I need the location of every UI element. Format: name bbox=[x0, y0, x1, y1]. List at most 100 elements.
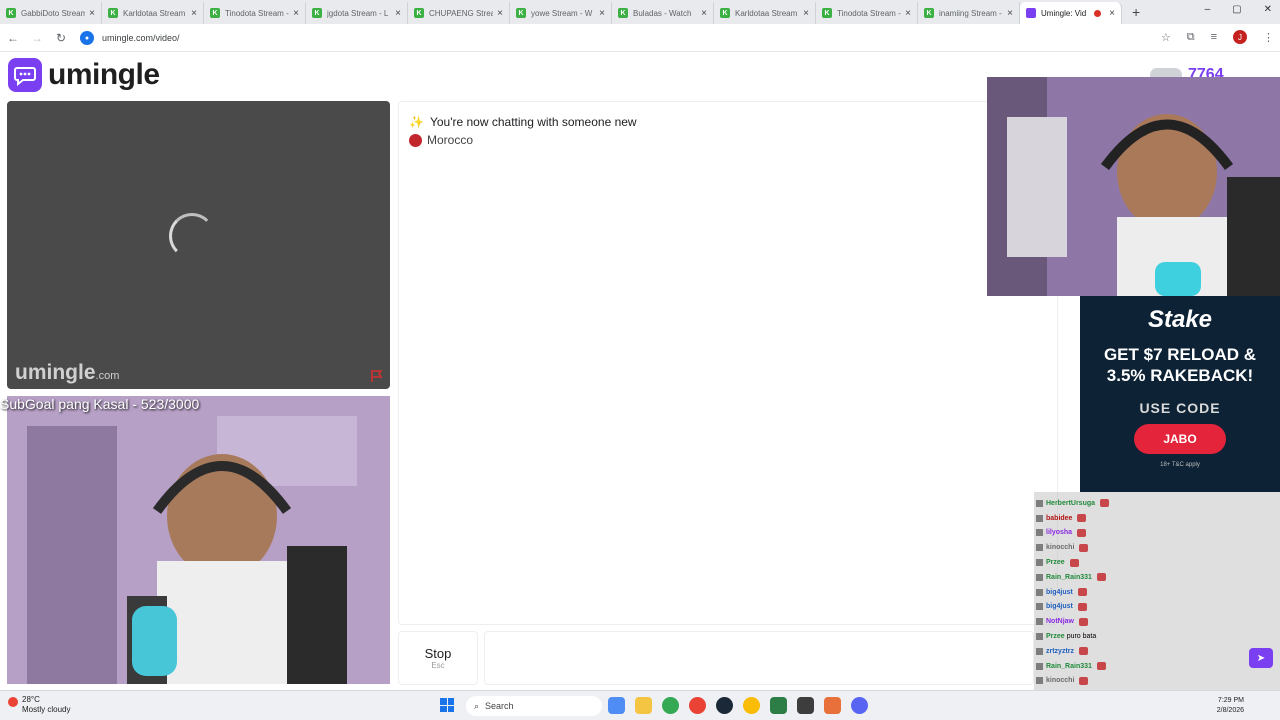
close-tab-icon[interactable]: × bbox=[1109, 8, 1115, 19]
start-menu-icon[interactable] bbox=[440, 698, 454, 712]
kick-favicon-icon: K bbox=[6, 8, 16, 18]
stranger-video: umingle.com bbox=[7, 101, 390, 389]
browser-tab[interactable]: Kinamiing Stream - × bbox=[918, 2, 1020, 24]
stream-chat-line: lilyosha bbox=[1034, 526, 1280, 541]
kick-favicon-icon: K bbox=[108, 8, 118, 18]
stream-chat-line: kinocchi bbox=[1034, 540, 1280, 555]
tab-title: Umingle: Vid bbox=[1041, 8, 1087, 18]
weather-icon bbox=[8, 697, 18, 707]
emote-icon bbox=[1079, 617, 1088, 626]
browser-menu-icon[interactable]: ⋮ bbox=[1263, 31, 1274, 44]
close-tab-icon[interactable]: × bbox=[497, 8, 503, 19]
tab-title: yowe Stream - W bbox=[531, 8, 593, 18]
close-tab-icon[interactable]: × bbox=[293, 8, 299, 19]
browser-tab[interactable]: K Buladas - Watch × bbox=[612, 2, 714, 24]
file-explorer-app-icon[interactable] bbox=[635, 697, 652, 714]
close-window-icon[interactable]: ✕ bbox=[1264, 4, 1272, 15]
user-badge-icon bbox=[1036, 514, 1043, 522]
message-input[interactable] bbox=[484, 631, 1034, 685]
chat-username: Rain_Rain331 bbox=[1046, 662, 1092, 670]
streamer-webcam-overlay bbox=[987, 77, 1280, 296]
stream-chat-line: Przee puro bata bbox=[1034, 629, 1280, 644]
stream-chat-line: zrtzyztrz bbox=[1034, 644, 1280, 659]
logo-text: umingle bbox=[48, 58, 160, 91]
report-flag-icon[interactable] bbox=[370, 369, 384, 383]
new-tab-button[interactable]: + bbox=[1132, 4, 1140, 20]
user-badge-icon bbox=[1036, 588, 1043, 596]
obs-app-icon[interactable] bbox=[797, 697, 814, 714]
umingle-logo[interactable]: umingle bbox=[8, 58, 160, 92]
user-badge-icon bbox=[1036, 499, 1043, 507]
user-badge-icon bbox=[1036, 618, 1043, 626]
ad-code-button[interactable]: JABO bbox=[1134, 424, 1226, 454]
copilot-app-icon[interactable] bbox=[608, 697, 625, 714]
kick-favicon-icon: K bbox=[516, 8, 526, 18]
close-tab-icon[interactable]: × bbox=[191, 8, 197, 19]
kick-favicon-icon: K bbox=[618, 8, 628, 18]
streamer-face-image bbox=[987, 77, 1280, 296]
discord-app-icon[interactable] bbox=[851, 697, 868, 714]
umingle-favicon-icon bbox=[1026, 8, 1036, 18]
address-bar[interactable]: ● umingle.com/video/ bbox=[74, 28, 1174, 48]
minimize-icon[interactable]: – bbox=[1205, 4, 1211, 15]
tab-strip: K GabbiDoto Stream - × K Karldotaa Stream -… bbox=[0, 0, 1122, 24]
forward-icon[interactable]: → bbox=[26, 31, 48, 45]
profile-avatar[interactable]: J bbox=[1233, 30, 1247, 44]
taskbar-search[interactable]: ⌕ Search bbox=[466, 696, 602, 716]
tab-title: Karldotaa Stream - bbox=[735, 8, 800, 18]
stream-chat-list: HerbertUrsuga babidee lilyosha kinocchi Prze… bbox=[1034, 492, 1280, 718]
bookmark-star-icon[interactable]: ☆ bbox=[1161, 31, 1171, 44]
close-tab-icon[interactable]: × bbox=[395, 8, 401, 19]
user-badge-icon bbox=[1036, 677, 1043, 685]
close-tab-icon[interactable]: × bbox=[701, 8, 707, 19]
browser-tab[interactable]: Kjgdota Stream - L × bbox=[306, 2, 408, 24]
reload-icon[interactable]: ↻ bbox=[50, 31, 72, 45]
stream-chat-line: Rain_Rain331 bbox=[1034, 659, 1280, 674]
browser-tab[interactable]: K Karldotaa Stream - × bbox=[714, 2, 816, 24]
ad-code-label: USE CODE bbox=[1139, 400, 1221, 416]
terminal-app-icon[interactable] bbox=[770, 697, 787, 714]
close-tab-icon[interactable]: × bbox=[905, 8, 911, 19]
back-icon[interactable]: ← bbox=[2, 31, 24, 45]
office-app-icon[interactable] bbox=[824, 697, 841, 714]
stake-ad[interactable]: Stake GET $7 RELOAD & 3.5% RAKEBACK! USE… bbox=[1080, 296, 1280, 492]
morocco-flag-icon bbox=[409, 133, 422, 147]
weather-widget[interactable]: 28°C Mostly cloudy bbox=[8, 695, 70, 715]
browser-tab[interactable]: Umingle: Vid × bbox=[1020, 2, 1122, 24]
media-control-icon[interactable]: ≡ bbox=[1211, 31, 1217, 43]
url-text: umingle.com/video/ bbox=[102, 33, 180, 43]
extensions-icon[interactable]: ⧉ bbox=[1187, 31, 1195, 44]
emote-icon bbox=[1077, 588, 1087, 597]
ad-terms: 18+ T&C apply bbox=[1160, 462, 1200, 468]
close-tab-icon[interactable]: × bbox=[1007, 8, 1013, 19]
browser-tab[interactable]: K CHUPAENG Stream × bbox=[408, 2, 510, 24]
site-info-icon[interactable]: ● bbox=[80, 31, 94, 45]
user-badge-icon bbox=[1036, 573, 1043, 581]
chrome-app-icon[interactable] bbox=[662, 697, 679, 714]
browser-tab[interactable]: K Tinodota Stream - × bbox=[816, 2, 918, 24]
browser-tab[interactable]: K GabbiDoto Stream - × bbox=[0, 2, 102, 24]
maximize-icon[interactable]: ▢ bbox=[1232, 4, 1241, 15]
send-icon[interactable]: ➤ bbox=[1249, 648, 1273, 668]
kick-favicon-icon: K bbox=[312, 8, 322, 18]
close-tab-icon[interactable]: × bbox=[599, 8, 605, 19]
streamer-webcam-image bbox=[7, 396, 390, 684]
stop-button[interactable]: Stop Esc bbox=[398, 631, 478, 685]
chat-username: zrtzyztrz bbox=[1046, 647, 1075, 655]
user-badge-icon bbox=[1036, 662, 1043, 670]
subgoal-overlay: SubGoal pang Kasal - 523/3000 bbox=[0, 396, 200, 412]
chrome-profile-app-icon[interactable] bbox=[743, 697, 760, 714]
taskbar-apps bbox=[608, 697, 868, 714]
tab-title: GabbiDoto Stream - bbox=[21, 8, 86, 18]
browser-tab[interactable]: K Karldotaa Stream - × bbox=[102, 2, 204, 24]
emote-icon bbox=[1096, 662, 1106, 671]
close-tab-icon[interactable]: × bbox=[89, 8, 95, 19]
chat-username: Przee bbox=[1046, 633, 1065, 641]
close-tab-icon[interactable]: × bbox=[803, 8, 809, 19]
window-controls: – ▢ ✕ bbox=[1205, 4, 1272, 15]
browser-tab[interactable]: Kyowe Stream - W × bbox=[510, 2, 612, 24]
steam-app-icon[interactable] bbox=[716, 697, 733, 714]
system-clock[interactable]: 7:29 PM 2/8/2026 bbox=[1217, 696, 1244, 716]
browser-tab[interactable]: K Tinodota Stream - × bbox=[204, 2, 306, 24]
chrome-alt-app-icon[interactable] bbox=[689, 697, 706, 714]
